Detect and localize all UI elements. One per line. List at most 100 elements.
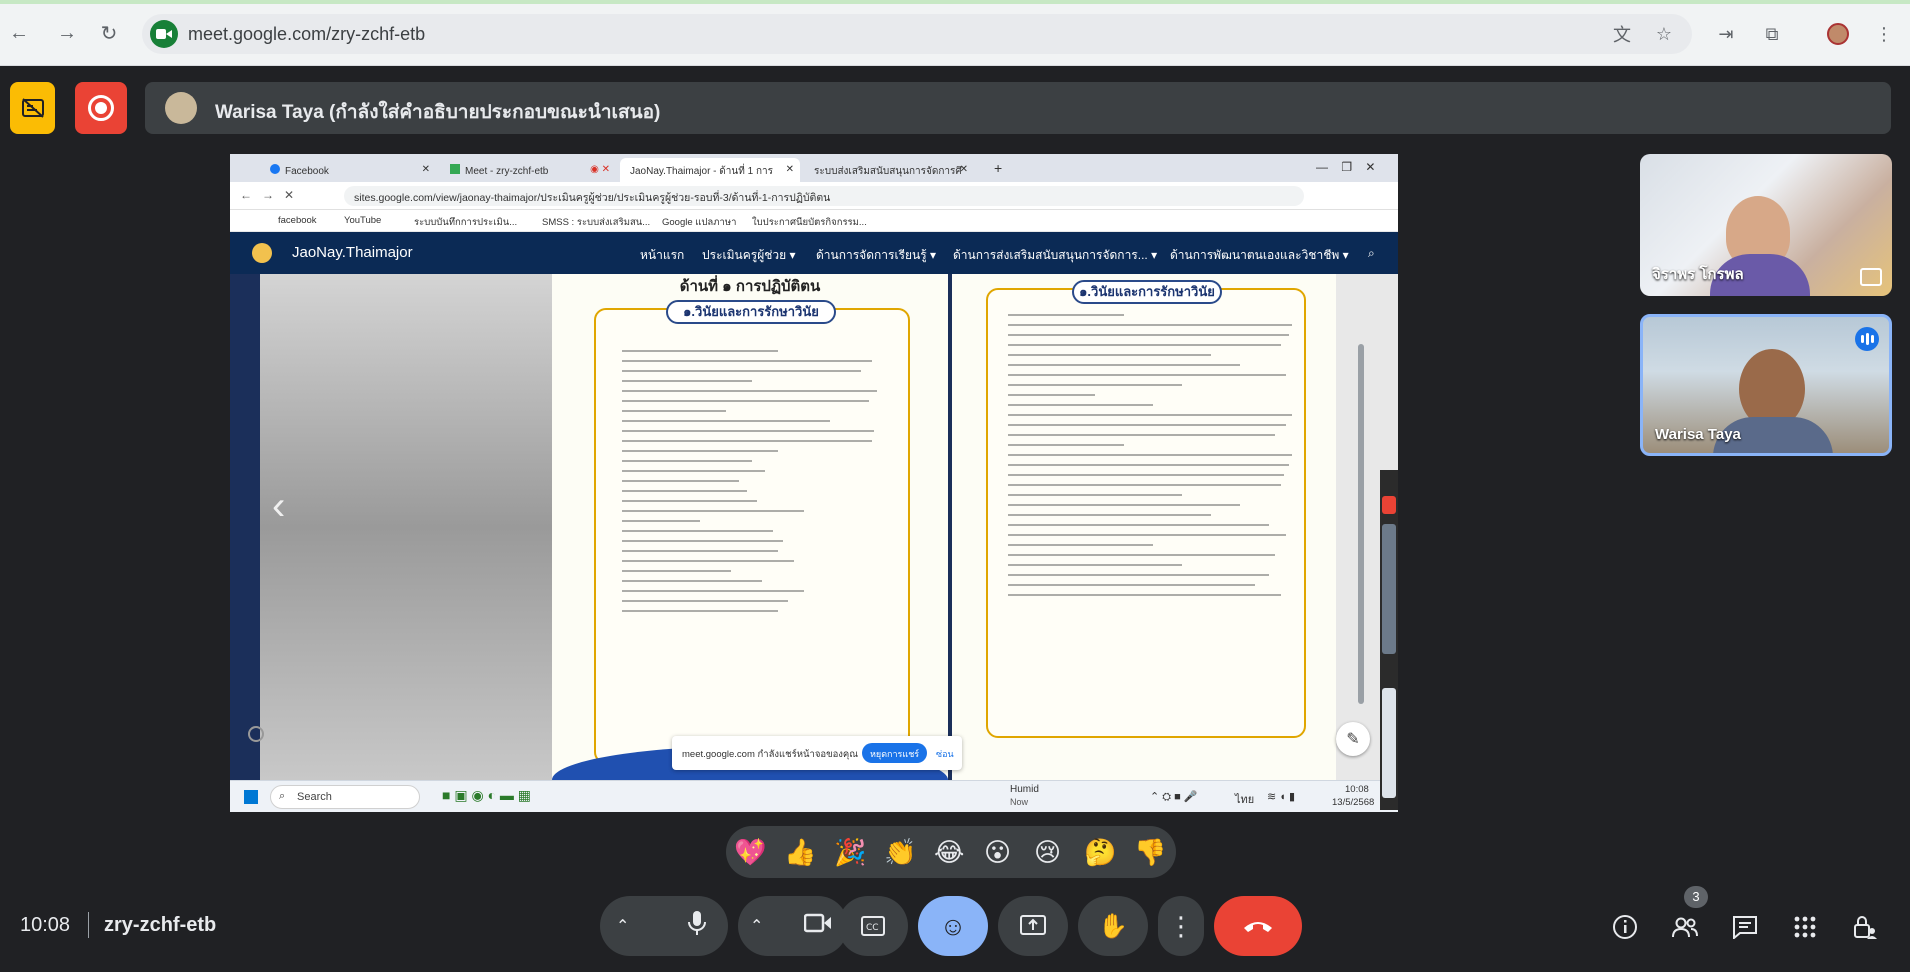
participant-tile[interactable]: จิราพร โกรพล xyxy=(1640,154,1892,296)
reaction-clap-button[interactable]: 👏 xyxy=(884,836,916,868)
tray-language: ไทย xyxy=(1235,794,1255,806)
forward-icon[interactable]: → xyxy=(52,18,82,48)
document-page-left: ด้านที่ ๑ การปฏิบัติตน ๑.วินัยและการรักษ… xyxy=(552,274,948,780)
site-nav-item: ประเมินครูผู้ช่วย ▾ xyxy=(702,248,796,262)
site-info-icon[interactable] xyxy=(150,20,178,48)
hand-icon: ✋ xyxy=(1098,912,1128,940)
tab-label: JaoNay.Thaimajor - ด้านที่ 1 การ xyxy=(630,166,773,177)
windows-start-icon xyxy=(244,790,258,804)
new-tab-icon: + xyxy=(994,160,1003,176)
activities-button[interactable] xyxy=(1788,910,1822,944)
weather-label: Humid xyxy=(1010,784,1039,795)
prev-page-icon: ‹ xyxy=(272,484,286,528)
svg-text:CC: CC xyxy=(866,923,879,933)
site-nav-item: ด้านการจัดการเรียนรู้ ▾ xyxy=(816,248,937,262)
captions-button[interactable]: CC xyxy=(838,896,908,956)
shared-screen: Facebook ✕ Meet - zry-zchf-etb ◉ ✕ JaoNay.… xyxy=(230,154,1398,812)
url-text: meet.google.com/zry-zchf-etb xyxy=(188,24,426,44)
taskbar-search: ⌕ Search xyxy=(270,785,420,809)
bookmark: ระบบบันทึกการประเมิน... xyxy=(414,217,518,228)
site-nav-item: หน้าแรก xyxy=(640,248,685,262)
raise-hand-button[interactable]: ✋ xyxy=(1078,896,1148,956)
side-thumbnail-strip xyxy=(1380,470,1398,810)
tab-close-icon: ◉ ✕ xyxy=(590,164,610,175)
participants-count-badge: 3 xyxy=(1684,886,1708,908)
more-vert-icon: ⋮ xyxy=(1168,910,1194,941)
site-title: JaoNay.Thaimajor xyxy=(292,244,413,261)
reaction-sad-button[interactable]: 😢 xyxy=(1034,836,1061,868)
loading-bar xyxy=(0,0,1910,4)
weather-sub: Now xyxy=(1010,797,1029,807)
microphone-icon xyxy=(688,911,706,935)
footer-divider xyxy=(88,912,89,938)
leave-call-button[interactable] xyxy=(1214,896,1302,956)
reaction-surprised-button[interactable]: 😮 xyxy=(984,836,1011,868)
reaction-heart-button[interactable]: 💖 xyxy=(734,836,766,868)
microphone-button[interactable] xyxy=(686,910,708,942)
mic-control-group: ⌃ xyxy=(600,896,728,956)
present-screen-button[interactable] xyxy=(998,896,1068,956)
hang-up-icon xyxy=(1244,922,1272,932)
tab-close-icon: ✕ xyxy=(785,164,794,175)
site-search-icon: ⌕ xyxy=(1368,246,1375,260)
document-page-right: ๑.วินัยและการรักษาวินัย xyxy=(952,274,1370,780)
sharing-notice-text: meet.google.com กำลังแชร์หน้าจอของคุณ xyxy=(682,749,859,760)
reaction-thinking-button[interactable]: 🤔 xyxy=(1084,836,1116,868)
tray-clock-date: 13/5/2568 xyxy=(1332,797,1375,808)
reaction-thumbs-up-button[interactable]: 👍 xyxy=(784,836,816,868)
camera-button[interactable] xyxy=(803,913,832,939)
chat-button[interactable] xyxy=(1728,910,1762,944)
site-navigation: JaoNay.Thaimajor หน้าแรก ประเมินครูผู้ช่… xyxy=(230,232,1398,274)
people-button[interactable] xyxy=(1668,910,1702,944)
hide-notice-link: ซ่อน xyxy=(936,749,954,759)
host-controls-button[interactable] xyxy=(1848,910,1882,944)
chat-icon xyxy=(1733,916,1757,939)
extensions-icon[interactable]: ⧉ xyxy=(1758,20,1786,48)
reactions-button[interactable]: ☺ xyxy=(918,896,988,956)
lock-person-icon xyxy=(1854,916,1877,939)
reaction-laugh-button[interactable]: 😂 xyxy=(934,836,964,868)
bookmark: YouTube xyxy=(344,215,382,226)
shared-tab-strip: Facebook ✕ Meet - zry-zchf-etb ◉ ✕ JaoNay.… xyxy=(230,154,1398,182)
back-icon[interactable]: ← xyxy=(4,18,34,48)
meeting-info-button[interactable] xyxy=(1608,910,1642,944)
browser-menu-icon[interactable]: ⋮ xyxy=(1870,20,1898,48)
tray-network-icons: ≋ ◖ ▮ xyxy=(1267,791,1296,803)
mic-options-chevron-icon[interactable]: ⌃ xyxy=(616,916,629,936)
recording-button[interactable] xyxy=(75,82,127,134)
meeting-code: zry-zchf-etb xyxy=(104,914,217,936)
reload-icon[interactable]: ↻ xyxy=(94,18,124,48)
more-options-button[interactable]: ⋮ xyxy=(1158,896,1204,956)
info-icon xyxy=(1613,915,1637,939)
tab-label: Meet - zry-zchf-etb xyxy=(465,166,549,177)
presenter-avatar xyxy=(165,92,197,124)
reaction-party-button[interactable]: 🎉 xyxy=(834,836,866,868)
meeting-time: 10:08 xyxy=(20,914,71,936)
participant-name: Warisa Taya xyxy=(1655,426,1741,443)
camera-control-group: ⌃ xyxy=(738,896,848,956)
bookmark: Google แปลภาษา xyxy=(662,217,737,228)
window-controls: — ❐ ✕ xyxy=(1316,160,1376,174)
captions-off-button[interactable] xyxy=(10,82,55,134)
pin-tile-icon[interactable] xyxy=(1860,268,1882,286)
shared-nav-icons: ← → ✕ xyxy=(240,188,295,202)
participant-tile-speaking[interactable]: Warisa Taya xyxy=(1640,314,1892,456)
info-icon xyxy=(248,726,264,742)
shared-tab: Facebook ✕ xyxy=(260,158,436,182)
page-text-lines xyxy=(622,350,882,620)
camera-options-chevron-icon[interactable]: ⌃ xyxy=(750,916,763,936)
profile-avatar-icon[interactable] xyxy=(1824,20,1852,48)
download-icon[interactable]: ⇥ xyxy=(1712,20,1740,48)
site-logo-icon xyxy=(252,243,272,263)
site-nav-item: ด้านการส่งเสริมสนับสนุนการจัดการ... ▾ xyxy=(953,248,1158,262)
bookmark: SMSS : ระบบส่งเสริมสน... xyxy=(542,217,651,228)
closed-captions-icon: CC xyxy=(861,916,885,936)
page-text-lines xyxy=(1008,314,1298,604)
address-bar[interactable]: meet.google.com/zry-zchf-etb xyxy=(142,14,1692,54)
translate-icon[interactable]: 文 xyxy=(1608,20,1636,48)
sharing-notice: meet.google.com กำลังแชร์หน้าจอของคุณ หย… xyxy=(672,736,962,770)
shared-url: sites.google.com/view/jaonay-thaimajor/ป… xyxy=(344,186,1304,206)
shared-tab: ระบบส่งเสริมสนับสนุนการจัดการศึ ✕ xyxy=(804,158,974,182)
reaction-thumbs-down-button[interactable]: 👎 xyxy=(1134,836,1166,868)
bookmark-star-icon[interactable]: ☆ xyxy=(1650,20,1678,48)
